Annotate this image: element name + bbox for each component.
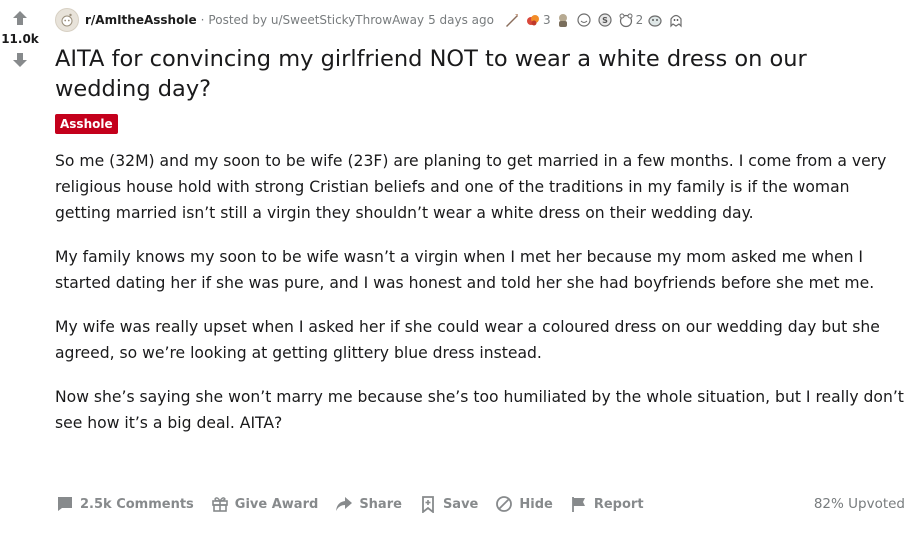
flair-row: Asshole: [55, 104, 915, 134]
post-paragraph: Now she’s saying she won’t marry me beca…: [55, 388, 904, 432]
post-paragraph: My family knows my soon to be wife wasn’…: [55, 248, 875, 292]
comments-label: 2.5k Comments: [80, 496, 194, 512]
give-award-label: Give Award: [234, 496, 319, 512]
ghost-award-icon: [667, 11, 685, 29]
comments-button[interactable]: 2.5k Comments: [55, 494, 194, 514]
upvote-arrow-icon: [13, 11, 27, 25]
flag-icon: [569, 494, 589, 514]
hide-icon: [494, 494, 514, 514]
posted-by-link[interactable]: Posted by u/SweetStickyThrowAway: [208, 13, 424, 27]
coin-award-icon: S: [596, 11, 614, 29]
upvote-ratio: 82% Upvoted: [813, 496, 905, 512]
vote-count: 11.0k: [1, 32, 39, 46]
svg-text:S: S: [602, 16, 608, 25]
share-button[interactable]: Share: [334, 494, 402, 514]
upvote-button[interactable]: [10, 8, 30, 28]
post-action-bar: 2.5k Comments Give Award Share Save Hide…: [55, 490, 905, 518]
awards-list[interactable]: 3 S 2: [500, 11, 685, 29]
post-meta: r/AmItheAsshole · Posted by u/SweetStick…: [55, 8, 915, 32]
bear-award-icon: [617, 11, 635, 29]
post-paragraph: So me (32M) and my soon to be wife (23F)…: [55, 152, 887, 222]
comment-icon: [55, 494, 75, 514]
save-label: Save: [442, 496, 479, 512]
share-label: Share: [359, 496, 402, 512]
face-award-icon: [575, 11, 593, 29]
bookmark-icon: [418, 494, 438, 514]
silver-award-icon: [503, 11, 521, 29]
report-button[interactable]: Report: [569, 494, 644, 514]
gift-icon: [210, 494, 230, 514]
post-body: So me (32M) and my soon to be wife (23F)…: [55, 148, 905, 436]
helpful-award-icon: [524, 11, 542, 29]
downvote-button[interactable]: [10, 50, 30, 70]
dog-award-icon: [646, 11, 664, 29]
report-label: Report: [593, 496, 644, 512]
award-count: 3: [542, 13, 551, 27]
vote-column: 11.0k: [0, 8, 40, 70]
give-award-button[interactable]: Give Award: [210, 494, 319, 514]
post-paragraph: My wife was really upset when I asked he…: [55, 318, 880, 362]
save-button[interactable]: Save: [418, 494, 478, 514]
post-title[interactable]: AITA for convincing my girlfriend NOT to…: [55, 44, 855, 104]
wholesome-award-icon: [554, 11, 572, 29]
post-flair[interactable]: Asshole: [55, 114, 118, 134]
post: r/AmItheAsshole · Posted by u/SweetStick…: [55, 8, 915, 454]
snoo-icon: [61, 13, 73, 27]
award-count: 2: [635, 13, 644, 27]
subreddit-icon[interactable]: [55, 8, 79, 32]
share-icon: [334, 494, 354, 514]
subreddit-link[interactable]: r/AmItheAsshole: [85, 13, 197, 27]
post-age[interactable]: 5 days ago: [428, 13, 494, 27]
hide-label: Hide: [519, 496, 553, 512]
downvote-arrow-icon: [13, 53, 27, 67]
meta-separator: ·: [200, 13, 205, 27]
hide-button[interactable]: Hide: [494, 494, 553, 514]
